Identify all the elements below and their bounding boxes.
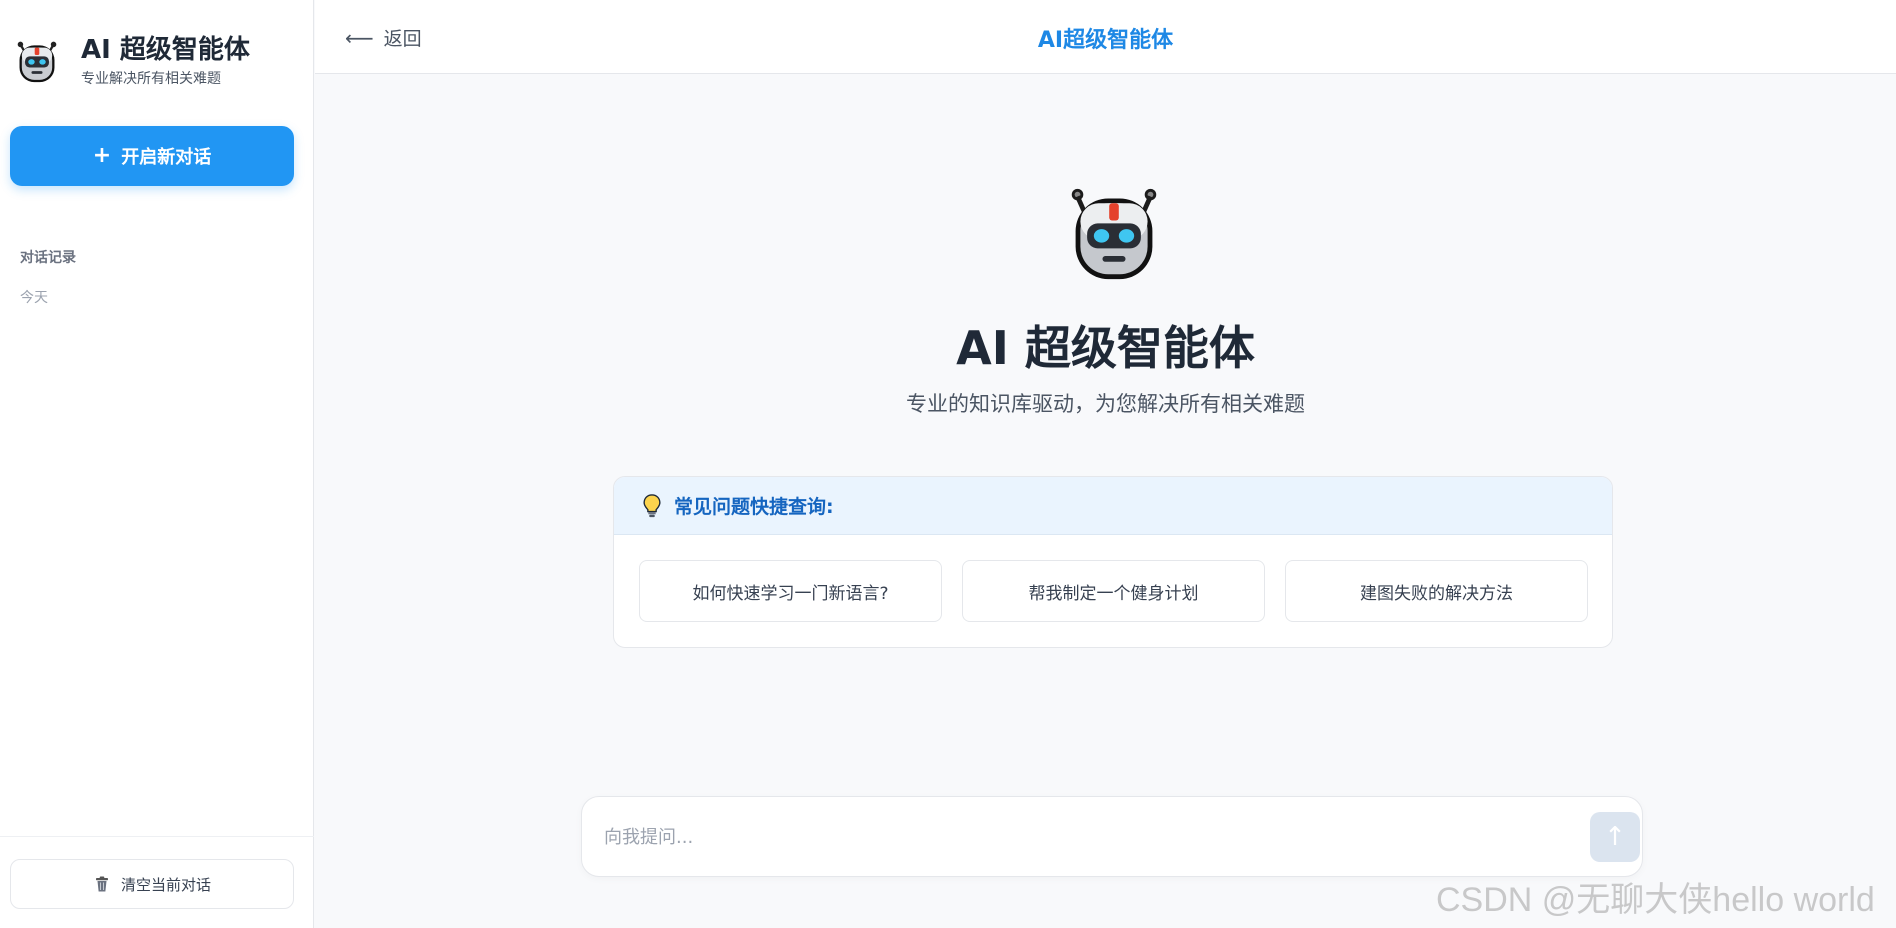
robot-icon bbox=[1071, 188, 1157, 280]
chat-input[interactable] bbox=[602, 817, 1562, 857]
history-group-today: 今天 bbox=[20, 290, 48, 306]
robot-icon bbox=[17, 41, 57, 83]
plus-icon: + bbox=[92, 143, 112, 168]
history-title: 对话记录 bbox=[20, 250, 76, 266]
send-button[interactable]: ↑ bbox=[1590, 812, 1640, 862]
clear-conversation-button[interactable]: 清空当前对话 bbox=[10, 859, 294, 909]
chat-input-box: ↑ bbox=[581, 796, 1643, 877]
watermark: CSDN @无聊大侠hello world bbox=[1436, 881, 1875, 919]
trash-icon bbox=[95, 876, 108, 892]
page-title: AI超级智能体 bbox=[1037, 28, 1174, 53]
brand-subtitle: 专业解决所有相关难题 bbox=[81, 71, 221, 87]
brand: AI 超级智能体 专业解决所有相关难题 bbox=[14, 34, 250, 88]
faq-header: 常见问题快捷查询: bbox=[614, 477, 1612, 535]
brand-title: AI 超级智能体 bbox=[81, 35, 250, 65]
lightbulb-icon bbox=[643, 493, 661, 517]
hero-title: AI 超级智能体 bbox=[956, 321, 1255, 375]
top-bar: ⟵ 返回 AI超级智能体 bbox=[315, 0, 1896, 74]
new-chat-label: 开启新对话 bbox=[121, 147, 212, 168]
hero-subtitle: 专业的知识库驱动，为您解决所有相关难题 bbox=[906, 392, 1305, 416]
faq-card: 常见问题快捷查询: 如何快速学习一门新语言? 帮我制定一个健身计划 建图失败的解… bbox=[613, 476, 1613, 648]
main-panel: ⟵ 返回 AI超级智能体 AI 超级智能体 专业的知识库驱动，为您解决所有相关难… bbox=[315, 0, 1896, 928]
faq-item[interactable]: 帮我制定一个健身计划 bbox=[962, 560, 1265, 622]
faq-items: 如何快速学习一门新语言? 帮我制定一个健身计划 建图失败的解决方法 bbox=[639, 560, 1588, 622]
sidebar: AI 超级智能体 专业解决所有相关难题 + 开启新对话 对话记录 今天 清空当前… bbox=[0, 0, 314, 928]
new-chat-button[interactable]: + 开启新对话 bbox=[10, 126, 294, 186]
arrow-up-icon: ↑ bbox=[1604, 822, 1626, 852]
faq-item[interactable]: 建图失败的解决方法 bbox=[1285, 560, 1588, 622]
faq-item[interactable]: 如何快速学习一门新语言? bbox=[639, 560, 942, 622]
clear-conversation-label: 清空当前对话 bbox=[120, 875, 211, 894]
sidebar-footer: 清空当前对话 bbox=[0, 836, 314, 928]
faq-title: 常见问题快捷查询: bbox=[674, 496, 834, 518]
